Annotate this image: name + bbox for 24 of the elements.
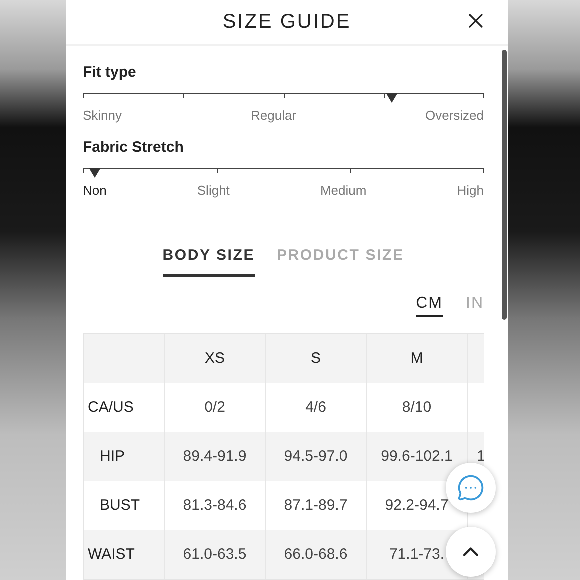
scale-stop-label: Non — [83, 183, 107, 198]
scale-stop-label: Regular — [250, 108, 297, 123]
scale-stop-label: High — [457, 183, 484, 198]
scale-stop-label: Medium — [320, 183, 367, 198]
scrollbar[interactable] — [502, 50, 507, 320]
scale-stop-label: Skinny — [83, 108, 122, 123]
table-cell: 66.0-68.6 — [265, 530, 366, 579]
column-header: M — [366, 334, 467, 383]
column-header: XS — [164, 334, 265, 383]
row-label: HIP — [84, 432, 164, 481]
table-cell: 89.4-91.9 — [164, 432, 265, 481]
panel-title: SIZE GUIDE — [222, 10, 352, 34]
column-header: S — [265, 334, 366, 383]
scale-stop-label: Oversized — [425, 108, 484, 123]
scale-label: Fabric Stretch — [83, 139, 185, 156]
size-tab[interactable]: BODY SIZE — [162, 247, 255, 277]
table-cell: 99.6-102.1 — [366, 432, 467, 481]
scale-label: Fit type — [83, 64, 138, 81]
row-label: WAIST — [84, 530, 164, 579]
table-cell: 94.5-97.0 — [265, 432, 366, 481]
scale-stop-label: Slight — [197, 183, 230, 198]
unit-toggle[interactable]: CM — [416, 295, 443, 317]
table-cell: 61.0-63.5 — [164, 530, 265, 579]
chat-icon — [457, 474, 485, 502]
